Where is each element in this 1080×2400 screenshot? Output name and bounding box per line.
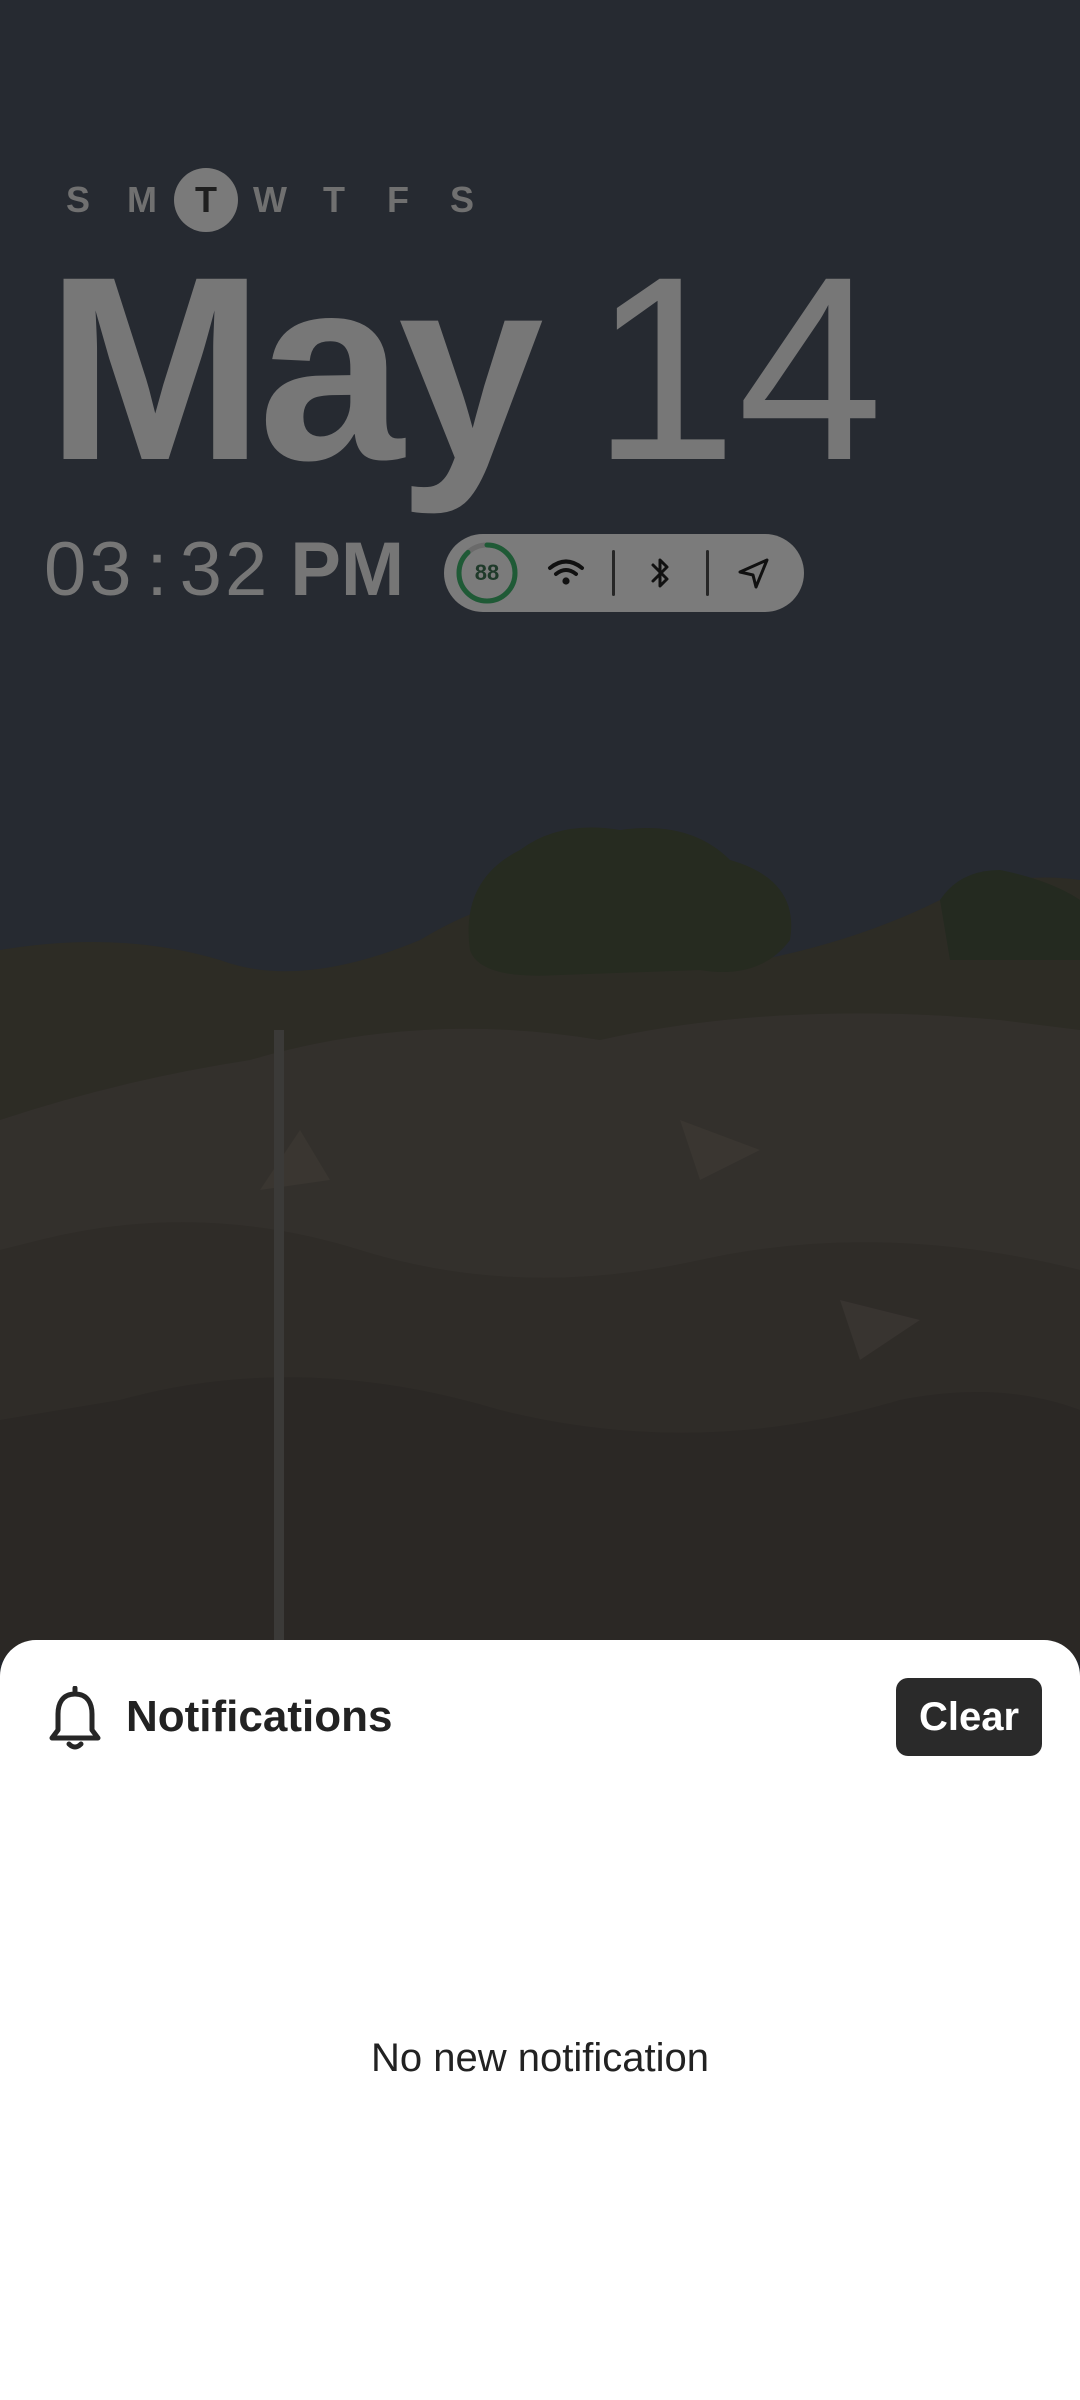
notifications-panel: Notifications Clear No new notification: [0, 1640, 1080, 2400]
clock-ampm: PM: [290, 527, 405, 612]
empty-notifications-message: No new notification: [371, 2036, 709, 2080]
notifications-header: Notifications Clear: [0, 1640, 1080, 1800]
clock-colon: :: [146, 527, 168, 612]
bluetooth-icon: [651, 558, 669, 588]
battery-level: 88: [474, 560, 500, 585]
date-day: 14: [591, 222, 884, 515]
clock: 03 : 32 PM: [44, 530, 404, 610]
status-divider: [612, 550, 615, 596]
date-display: May 14: [46, 238, 883, 500]
notifications-title: Notifications: [126, 1692, 393, 1741]
status-divider: [706, 550, 709, 596]
bell-icon: [49, 1686, 101, 1750]
location-icon: [738, 558, 769, 589]
clock-hour: 03: [44, 527, 135, 612]
date-month: May: [46, 222, 544, 515]
clear-button[interactable]: Clear: [896, 1678, 1042, 1756]
wifi-icon: [548, 559, 584, 585]
clock-minute: 32: [179, 527, 271, 612]
status-pill: 88: [444, 534, 804, 612]
